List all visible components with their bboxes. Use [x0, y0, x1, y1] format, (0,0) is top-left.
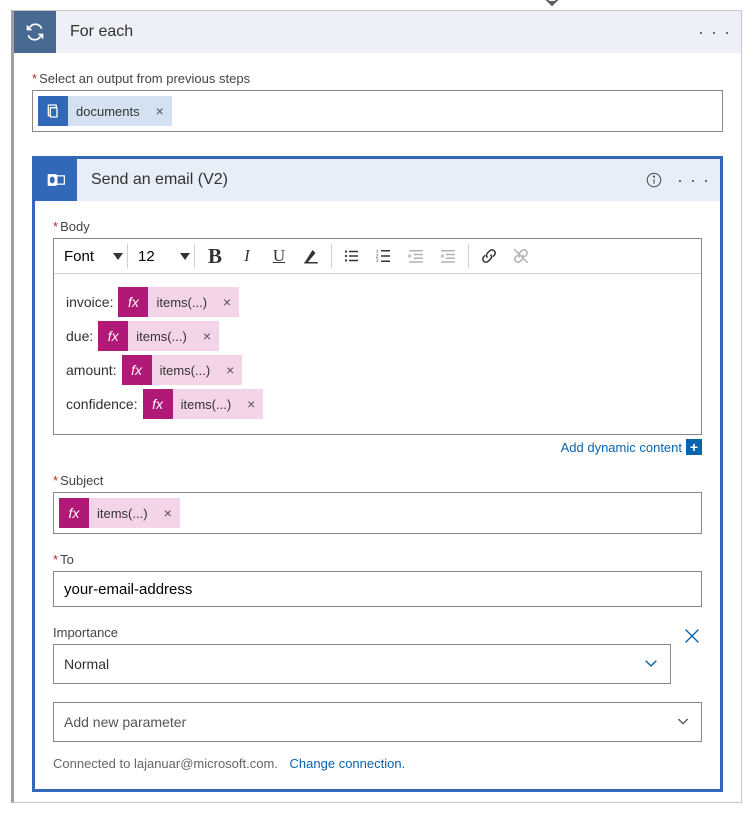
- foreach-header[interactable]: For each · · ·: [14, 11, 741, 53]
- chevron-down-icon: [642, 654, 660, 675]
- to-text-input[interactable]: [58, 577, 697, 602]
- info-icon[interactable]: [645, 171, 663, 189]
- importance-value: Normal: [64, 656, 109, 672]
- add-dynamic-content-row: Add dynamic content +: [53, 439, 702, 455]
- send-email-menu-icon[interactable]: · · ·: [677, 170, 710, 191]
- documents-token-icon: [38, 96, 68, 126]
- bullet-list-button[interactable]: [336, 241, 368, 271]
- send-email-header[interactable]: Send an email (V2) · · ·: [35, 159, 720, 201]
- fx-icon: fx: [122, 355, 152, 385]
- rte-toolbar: Font 12 B I U: [54, 239, 701, 274]
- add-dynamic-content-link[interactable]: Add dynamic content: [561, 440, 682, 455]
- body-token-confidence[interactable]: fx items(...) ×: [143, 389, 264, 419]
- to-input[interactable]: [53, 571, 702, 607]
- body-editor: Font 12 B I U: [53, 238, 702, 435]
- documents-token-label: documents: [68, 96, 148, 126]
- rte-content[interactable]: invoice: fx items(...) × due: fx it: [54, 274, 701, 434]
- fx-icon: fx: [118, 287, 148, 317]
- italic-button[interactable]: I: [231, 241, 263, 271]
- chevron-down-icon: [675, 713, 691, 732]
- token-remove-icon[interactable]: ×: [156, 498, 180, 528]
- foreach-icon: [14, 11, 56, 53]
- to-label: *To: [53, 552, 702, 567]
- underline-button[interactable]: U: [263, 241, 295, 271]
- foreach-title: For each: [70, 23, 698, 41]
- send-email-body: *Body Font 12 B I U: [35, 201, 720, 789]
- unlink-button[interactable]: [505, 241, 537, 271]
- body-label: *Body: [53, 219, 702, 234]
- foreach-card: For each · · · *Select an output from pr…: [11, 10, 742, 803]
- send-email-title: Send an email (V2): [91, 171, 645, 189]
- importance-label: Importance: [53, 625, 671, 640]
- font-size-select[interactable]: 12: [132, 241, 190, 271]
- link-button[interactable]: [473, 241, 505, 271]
- fx-icon: fx: [143, 389, 173, 419]
- add-parameter-select[interactable]: Add new parameter: [53, 702, 702, 742]
- token-remove-icon[interactable]: ×: [195, 321, 219, 351]
- token-remove-icon[interactable]: ×: [218, 355, 242, 385]
- subject-token[interactable]: fx items(...) ×: [59, 498, 180, 528]
- token-remove-icon[interactable]: ×: [239, 389, 263, 419]
- add-parameter-label: Add new parameter: [64, 714, 186, 730]
- body-line-amount: amount: fx items(...) ×: [66, 354, 689, 386]
- change-connection-link[interactable]: Change connection.: [290, 756, 406, 771]
- body-token-due[interactable]: fx items(...) ×: [98, 321, 219, 351]
- send-email-card: Send an email (V2) · · · *Body Font: [32, 156, 723, 792]
- foreach-menu-icon[interactable]: · · ·: [698, 22, 731, 43]
- flow-arrow-down: [350, 0, 754, 10]
- outdent-button[interactable]: [400, 241, 432, 271]
- outlook-icon: [35, 159, 77, 201]
- select-output-label: *Select an output from previous steps: [32, 71, 723, 86]
- documents-token[interactable]: documents ×: [38, 96, 172, 126]
- body-line-due: due: fx items(...) ×: [66, 320, 689, 352]
- fx-icon: fx: [59, 498, 89, 528]
- fx-icon: fx: [98, 321, 128, 351]
- add-dynamic-plus-icon[interactable]: +: [686, 439, 702, 455]
- token-remove-icon[interactable]: ×: [215, 287, 239, 317]
- remove-importance-icon[interactable]: [681, 625, 703, 653]
- body-line-confidence: confidence: fx items(...) ×: [66, 388, 689, 420]
- bold-button[interactable]: B: [199, 241, 231, 271]
- body-token-amount[interactable]: fx items(...) ×: [122, 355, 243, 385]
- numbered-list-button[interactable]: 123: [368, 241, 400, 271]
- color-button[interactable]: [295, 241, 327, 271]
- body-line-invoice: invoice: fx items(...) ×: [66, 286, 689, 318]
- select-output-input[interactable]: documents ×: [32, 90, 723, 132]
- svg-text:3: 3: [376, 258, 379, 264]
- foreach-body: *Select an output from previous steps do…: [14, 53, 741, 802]
- connection-footer: Connected to lajanuar@microsoft.com. Cha…: [53, 756, 702, 771]
- font-select[interactable]: Font: [58, 241, 123, 271]
- body-token-invoice[interactable]: fx items(...) ×: [118, 287, 239, 317]
- indent-button[interactable]: [432, 241, 464, 271]
- importance-select[interactable]: Normal: [53, 644, 671, 684]
- subject-label: *Subject: [53, 473, 702, 488]
- documents-token-remove-icon[interactable]: ×: [148, 96, 172, 126]
- subject-input[interactable]: fx items(...) ×: [53, 492, 702, 534]
